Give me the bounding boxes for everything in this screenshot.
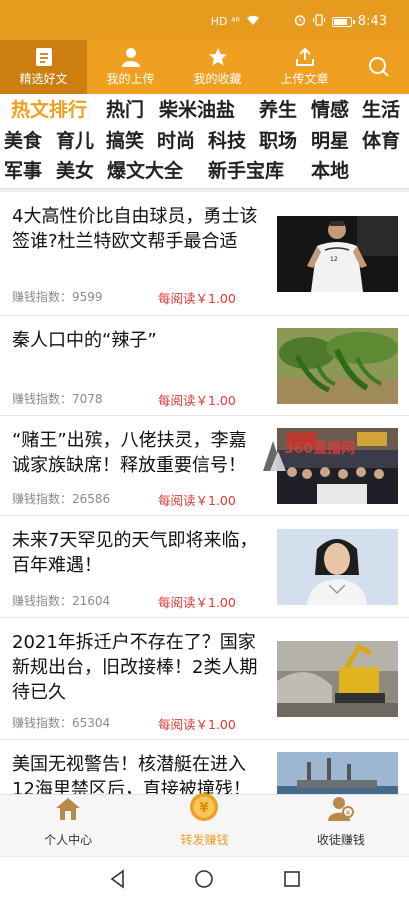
category-funny[interactable]: 搞笑 bbox=[106, 129, 144, 153]
reward-per-read: 每阅读￥1.00 bbox=[158, 393, 236, 408]
earning-index: 赚钱指数：21604 bbox=[12, 594, 111, 608]
category-fashion[interactable]: 时尚 bbox=[157, 129, 195, 153]
article-item[interactable]: 2021年拆迁户不存在了？国家新规出台，旧改接棒！2类人期待已久 赚钱指数：65… bbox=[0, 618, 409, 740]
reward-per-read: 每阅读￥1.00 bbox=[158, 717, 236, 732]
article-thumbnail: 12 bbox=[277, 216, 398, 292]
clock: 8:43 bbox=[357, 14, 387, 29]
nav-my-favorites[interactable]: 我的收藏 bbox=[174, 40, 261, 94]
signal-indicator: HD ⁴⁶ bbox=[210, 14, 240, 28]
tab-apprentice-earn[interactable]: ¥ 收徒赚钱 bbox=[273, 795, 409, 856]
nav-featured-label: 精选好文 bbox=[19, 72, 68, 86]
category-viral-collection[interactable]: 爆文大全 bbox=[107, 159, 183, 183]
category-daily-life[interactable]: 柴米油盐 bbox=[159, 98, 235, 122]
article-thumbnail bbox=[277, 641, 398, 717]
reward-per-read: 每阅读￥1.00 bbox=[158, 291, 236, 306]
circle-home-icon bbox=[195, 870, 213, 888]
category-health[interactable]: 养生 bbox=[259, 98, 297, 122]
article-title: 美国无视警告！核潜艇在进入12海里禁区后，直接被撞残！ bbox=[12, 754, 251, 794]
category-beginner-guide[interactable]: 新手宝库 bbox=[208, 159, 284, 183]
svg-text:¥: ¥ bbox=[346, 809, 351, 817]
recents-button[interactable] bbox=[282, 869, 302, 893]
system-nav-bar bbox=[0, 856, 409, 900]
back-icon bbox=[110, 869, 124, 889]
nav-upload-article[interactable]: 上传文章 bbox=[261, 40, 348, 94]
article-item[interactable]: 未来7天罕见的天气即将来临，百年难遇！ 赚钱指数：21604 每阅读￥1.00 bbox=[0, 516, 409, 618]
article-list: 4大高性价比自由球员，勇士该签谁?杜兰特欧文帮手最合适 赚钱指数：9599 每阅… bbox=[0, 192, 409, 794]
article-thumbnail bbox=[277, 529, 398, 605]
bottom-tab-bar: 个人中心 ¥ 转发赚钱 ¥ 收徒赚钱 bbox=[0, 792, 409, 856]
category-beauty[interactable]: 美女 bbox=[56, 159, 94, 183]
upload-icon bbox=[295, 47, 315, 67]
coin-icon: ¥ bbox=[187, 792, 221, 825]
category-life[interactable]: 生活 bbox=[362, 98, 400, 122]
earning-index: 赚钱指数：7078 bbox=[12, 392, 103, 406]
category-food[interactable]: 美食 bbox=[4, 129, 42, 153]
nav-my-favorites-label: 我的收藏 bbox=[193, 72, 242, 86]
category-military[interactable]: 军事 bbox=[4, 159, 42, 183]
home-button[interactable] bbox=[194, 869, 214, 893]
reward-per-read: 每阅读￥1.00 bbox=[158, 595, 236, 610]
category-emotion[interactable]: 情感 bbox=[311, 98, 349, 122]
category-tech[interactable]: 科技 bbox=[208, 129, 246, 153]
tab-personal-center-label: 个人中心 bbox=[44, 833, 93, 847]
battery-icon bbox=[331, 16, 355, 27]
svg-text:12: 12 bbox=[330, 256, 338, 263]
nav-upload-article-label: 上传文章 bbox=[280, 72, 329, 86]
tab-share-earn-label: 转发赚钱 bbox=[180, 833, 229, 847]
watermark-text: 360直播网 bbox=[284, 441, 356, 457]
home-icon bbox=[54, 796, 82, 825]
article-thumbnail bbox=[277, 328, 398, 404]
category-popular[interactable]: 热门 bbox=[106, 98, 144, 122]
category-hot-ranking[interactable]: 热文排行 bbox=[11, 98, 87, 122]
top-nav: 精选好文 我的上传 我的收藏 上传文章 bbox=[0, 40, 409, 94]
article-thumbnail bbox=[277, 752, 398, 794]
document-icon bbox=[35, 47, 53, 67]
nav-my-uploads[interactable]: 我的上传 bbox=[87, 40, 174, 94]
category-celebrity[interactable]: 明星 bbox=[311, 129, 349, 153]
status-icons: HD ⁴⁶ 8:43 bbox=[211, 14, 387, 29]
category-grid: 热文排行 热门 柴米油盐 养生 情感 生活 美食 育儿 搞笑 时尚 科技 职场 … bbox=[0, 94, 409, 188]
tab-share-earn[interactable]: ¥ 转发赚钱 bbox=[136, 792, 272, 856]
article-item[interactable]: 4大高性价比自由球员，勇士该签谁?杜兰特欧文帮手最合适 赚钱指数：9599 每阅… bbox=[0, 192, 409, 316]
article-item[interactable]: 美国无视警告！核潜艇在进入12海里禁区后，直接被撞残！ bbox=[0, 740, 409, 794]
search-button[interactable] bbox=[348, 40, 409, 94]
category-workplace[interactable]: 职场 bbox=[259, 129, 297, 153]
earning-index: 赚钱指数：65304 bbox=[12, 716, 111, 730]
earning-index: 赚钱指数：26586 bbox=[12, 492, 111, 506]
article-title: “赌王”出殡，八佬扶灵，李嘉诚家族缺席！释放重要信号！ bbox=[12, 430, 247, 476]
nav-featured[interactable]: 精选好文 bbox=[0, 40, 87, 94]
article-title: 2021年拆迁户不存在了？国家新规出台，旧改接棒！2类人期待已久 bbox=[12, 632, 258, 703]
article-title: 未来7天罕见的天气即将来临，百年难遇！ bbox=[12, 530, 258, 576]
square-recents-icon bbox=[284, 871, 300, 887]
category-sports[interactable]: 体育 bbox=[362, 129, 400, 153]
vibrate-icon bbox=[312, 14, 326, 29]
article-title: 秦人口中的“辣子” bbox=[12, 330, 157, 351]
tab-personal-center[interactable]: 个人中心 bbox=[0, 795, 136, 856]
article-item[interactable]: “赌王”出殡，八佬扶灵，李嘉诚家族缺席！释放重要信号！ 赚钱指数：26586 每… bbox=[0, 416, 409, 516]
search-icon bbox=[368, 56, 390, 78]
alarm-icon bbox=[294, 14, 306, 29]
svg-text:¥: ¥ bbox=[200, 801, 209, 816]
category-local[interactable]: 本地 bbox=[311, 159, 349, 183]
category-parenting[interactable]: 育儿 bbox=[56, 129, 94, 153]
nav-my-uploads-label: 我的上传 bbox=[106, 72, 155, 86]
apprentice-icon: ¥ bbox=[327, 796, 355, 825]
status-bar: HD ⁴⁶ 8:43 bbox=[0, 0, 409, 40]
wifi-icon bbox=[246, 14, 260, 29]
article-item[interactable]: 秦人口中的“辣子” 赚钱指数：7078 每阅读￥1.00 bbox=[0, 316, 409, 416]
back-button[interactable] bbox=[108, 869, 128, 893]
star-icon bbox=[208, 47, 228, 67]
earning-index: 赚钱指数：9599 bbox=[12, 290, 103, 304]
reward-per-read: 每阅读￥1.00 bbox=[158, 493, 236, 508]
user-icon bbox=[121, 47, 140, 67]
tab-apprentice-earn-label: 收徒赚钱 bbox=[316, 833, 365, 847]
battery-fill bbox=[333, 18, 347, 25]
article-title: 4大高性价比自由球员，勇士该签谁?杜兰特欧文帮手最合适 bbox=[12, 206, 258, 252]
